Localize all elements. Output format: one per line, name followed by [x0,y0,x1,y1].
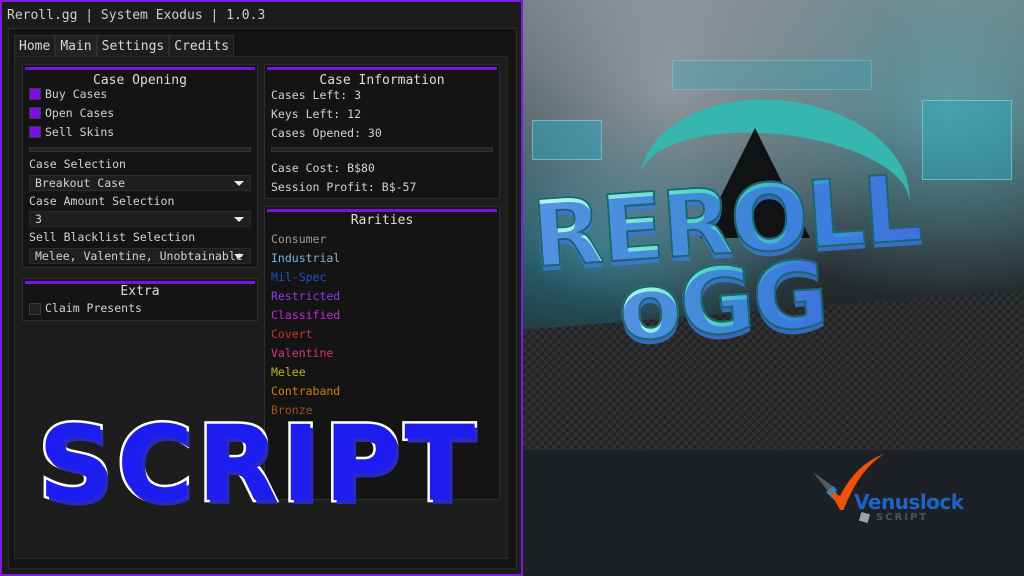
case-selection-value: Breakout Case [35,176,126,190]
rarity-item: Covert [271,327,313,341]
case-amount-dropdown[interactable]: 3 [29,211,251,227]
cubicle-decoration [532,120,602,160]
roblox-icon [858,511,871,524]
open-cases-checkbox[interactable] [29,107,41,119]
sell-skins-checkbox[interactable] [29,126,41,138]
chevron-down-icon[interactable] [234,217,244,222]
cubicle-decoration [672,60,872,90]
chevron-down-icon[interactable] [234,181,244,186]
accent-bar [267,209,497,212]
cases-left-text: Cases Left: 3 [271,88,362,102]
brand-name: Venuslock [854,490,964,514]
rarity-item: Mil-Spec [271,270,327,284]
script-overlay-title: SCRIPT [35,403,480,525]
open-cases-label[interactable]: Open Cases [45,106,114,120]
rarity-item: Melee [271,365,306,379]
case-selection-dropdown[interactable]: Breakout Case [29,175,251,191]
venuslock-logo: Venuslock SCRIPT [808,450,968,530]
chevron-down-icon[interactable] [234,254,244,259]
group-title: Extra [120,284,160,299]
rarity-item: Valentine [271,346,334,360]
tab-settings[interactable]: Settings [96,35,170,57]
case-opening-group: Case Opening Buy Cases Open Cases Sell S… [22,64,258,268]
tab-bar: Home Main Settings Credits [14,35,235,57]
sell-skins-label[interactable]: Sell Skins [45,125,114,139]
keys-left-text: Keys Left: 12 [271,107,362,121]
accent-bar [267,67,497,70]
cases-opened-text: Cases Opened: 30 [271,126,382,140]
sell-blacklist-label: Sell Blacklist Selection [29,230,196,244]
accent-bar [25,67,255,70]
divider [271,147,493,152]
divider [29,147,251,152]
rarity-item: Classified [271,308,341,322]
sell-blacklist-value: Melee, Valentine, Unobtainable, [35,249,243,263]
sell-blacklist-dropdown[interactable]: Melee, Valentine, Unobtainable, [29,248,251,264]
case-amount-value: 3 [35,212,42,226]
buy-cases-checkbox[interactable] [29,88,41,100]
case-amount-label: Case Amount Selection [29,194,175,208]
case-cost-text: Case Cost: B$80 [271,161,375,175]
game-logo-gg: oGG [614,240,831,363]
tab-home[interactable]: Home [14,35,56,57]
group-title: Case Information [319,73,445,88]
tab-credits[interactable]: Credits [169,35,235,57]
cubicle-decoration [922,100,1012,180]
brand-subtitle: SCRIPT [876,512,929,523]
extra-group: Extra Claim Presents [22,278,258,321]
rarity-item: Restricted [271,289,341,303]
group-title: Case Opening [93,73,187,88]
claim-presents-checkbox[interactable] [29,303,41,315]
rarity-item: Consumer [271,232,327,246]
tab-main[interactable]: Main [55,35,97,57]
claim-presents-label[interactable]: Claim Presents [45,301,142,315]
buy-cases-label[interactable]: Buy Cases [45,87,107,101]
rarity-item: Contraband [271,384,341,398]
case-selection-label: Case Selection [29,157,126,171]
group-title: Rarities [350,213,414,228]
rarity-item: Industrial [271,251,341,265]
window-title[interactable]: Reroll.gg | System Exodus | 1.0.3 [7,8,265,23]
case-information-group: Case Information Cases Left: 3 Keys Left… [264,64,500,199]
session-profit-text: Session Profit: B$-57 [271,180,417,194]
